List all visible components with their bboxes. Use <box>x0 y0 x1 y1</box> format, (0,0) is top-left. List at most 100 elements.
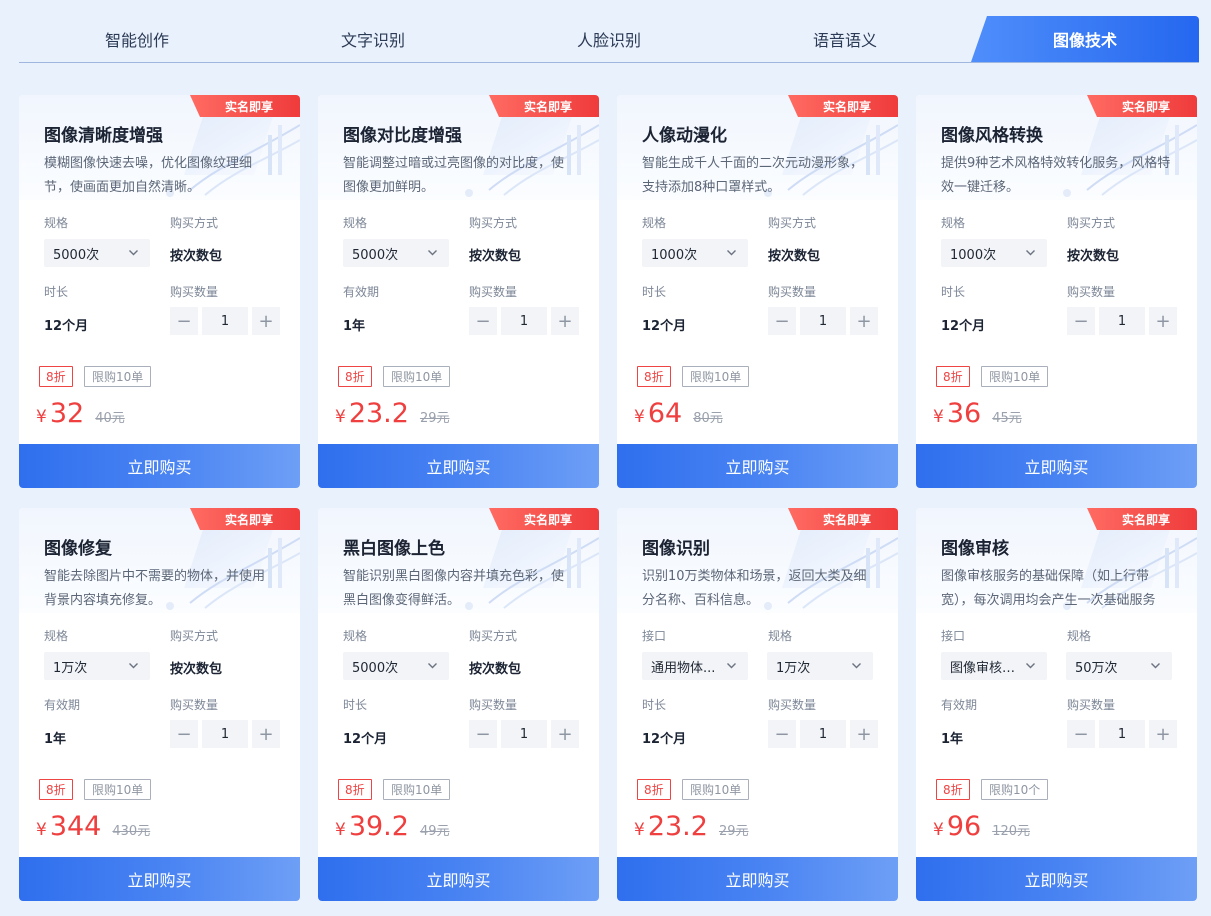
current-price: 32 <box>49 398 85 429</box>
plus-icon[interactable]: + <box>850 720 878 748</box>
duration-label: 时长 <box>44 285 69 299</box>
field-label: 规格 <box>768 629 793 643</box>
current-price: 39.2 <box>348 811 409 842</box>
quantity-stepper: − 1 + <box>768 307 878 335</box>
tab-text-recognition[interactable]: 文字识别 <box>255 16 491 62</box>
buy-now-button[interactable]: 立即购买 <box>318 444 599 488</box>
buy-now-button[interactable]: 立即购买 <box>617 444 898 488</box>
buy-now-button[interactable]: 立即购买 <box>916 444 1197 488</box>
quantity-stepper: − 1 + <box>170 720 280 748</box>
current-price: 96 <box>946 811 982 842</box>
duration-value: 12个月 <box>642 319 687 334</box>
duration-label: 时长 <box>941 285 966 299</box>
plus-icon[interactable]: + <box>551 720 579 748</box>
quantity-value[interactable]: 1 <box>202 720 248 748</box>
minus-icon[interactable]: − <box>170 720 198 748</box>
chevron-down-icon <box>851 660 862 671</box>
minus-icon[interactable]: − <box>768 307 796 335</box>
original-price: 45元 <box>992 411 1022 426</box>
interface-select[interactable]: 通用物体... <box>642 652 748 680</box>
product-card: 实名即享 黑白图像上色 智能识别黑白图像内容并填充色彩，使黑白图像变得鲜活。 规… <box>318 508 599 901</box>
minus-icon[interactable]: − <box>469 720 497 748</box>
purchase-method-value: 按次数包 <box>469 249 522 264</box>
quantity-stepper: − 1 + <box>469 307 579 335</box>
field-label: 规格 <box>343 216 368 230</box>
discount-tag: 8折 <box>637 779 671 800</box>
quantity-label: 购买数量 <box>469 698 518 712</box>
purchase-limit-tag: 限购10单 <box>84 779 152 800</box>
quantity-value[interactable]: 1 <box>800 307 846 335</box>
purchase-limit-tag: 限购10单 <box>682 366 750 387</box>
quantity-label: 购买数量 <box>1067 698 1116 712</box>
minus-icon[interactable]: − <box>1067 720 1095 748</box>
minus-icon[interactable]: − <box>768 720 796 748</box>
quantity-value[interactable]: 1 <box>501 720 547 748</box>
quantity-stepper: − 1 + <box>469 720 579 748</box>
quantity-value[interactable]: 1 <box>1099 307 1145 335</box>
minus-icon[interactable]: − <box>469 307 497 335</box>
tab-smart-creation[interactable]: 智能创作 <box>19 16 255 62</box>
spec-select[interactable]: 1000次 <box>642 239 748 267</box>
plus-icon[interactable]: + <box>850 307 878 335</box>
chevron-down-icon <box>726 247 737 258</box>
buy-now-button[interactable]: 立即购买 <box>916 857 1197 901</box>
price: ¥ 23.2 29元 <box>335 398 450 429</box>
real-name-badge: 实名即享 <box>1087 508 1197 530</box>
purchase-method-value: 按次数包 <box>469 662 522 677</box>
spec-select[interactable]: 1万次 <box>44 652 150 680</box>
field-label: 购买方式 <box>170 629 219 643</box>
real-name-badge: 实名即享 <box>788 95 898 117</box>
product-description: 模糊图像快速去噪，优化图像纹理细节，使画面更加自然清晰。 <box>44 156 253 195</box>
duration-label: 时长 <box>642 698 667 712</box>
chevron-down-icon <box>726 660 737 671</box>
select-value: 1000次 <box>950 247 997 263</box>
purchase-limit-tag: 限购10单 <box>84 366 152 387</box>
price: ¥ 32 40元 <box>36 398 125 429</box>
product-title: 黑白图像上色 <box>343 539 445 559</box>
chevron-down-icon <box>128 660 139 671</box>
quantity-stepper: − 1 + <box>1067 720 1177 748</box>
interface-select[interactable]: 图像审核-... <box>941 652 1047 680</box>
spec-select[interactable]: 50万次 <box>1066 652 1172 680</box>
spec-select[interactable]: 5000次 <box>44 239 150 267</box>
real-name-badge: 实名即享 <box>190 95 300 117</box>
plus-icon[interactable]: + <box>551 307 579 335</box>
product-card: 实名即享 图像风格转换 提供9种艺术风格特效转化服务，风格特效一键迁移。 规格 … <box>916 95 1197 488</box>
tab-image-technology[interactable]: 图像技术 <box>971 16 1199 62</box>
quantity-label: 购买数量 <box>469 285 518 299</box>
product-card: 实名即享 图像清晰度增强 模糊图像快速去噪，优化图像纹理细节，使画面更加自然清晰… <box>19 95 300 488</box>
buy-now-button[interactable]: 立即购买 <box>19 444 300 488</box>
currency-symbol: ¥ <box>36 407 47 427</box>
quantity-value[interactable]: 1 <box>501 307 547 335</box>
original-price: 430元 <box>112 824 151 839</box>
quantity-value[interactable]: 1 <box>1099 720 1145 748</box>
spec-select[interactable]: 1万次 <box>767 652 873 680</box>
plus-icon[interactable]: + <box>1149 307 1177 335</box>
tab-speech-semantics[interactable]: 语音语义 <box>727 16 963 62</box>
buy-now-button[interactable]: 立即购买 <box>19 857 300 901</box>
buy-now-button[interactable]: 立即购买 <box>318 857 599 901</box>
minus-icon[interactable]: − <box>170 307 198 335</box>
spec-select[interactable]: 5000次 <box>343 652 449 680</box>
quantity-stepper: − 1 + <box>170 307 280 335</box>
plus-icon[interactable]: + <box>1149 720 1177 748</box>
quantity-value[interactable]: 1 <box>800 720 846 748</box>
minus-icon[interactable]: − <box>1067 307 1095 335</box>
product-card: 实名即享 图像审核 图像审核服务的基础保障（如上行带宽），每次调用均会产生一次基… <box>916 508 1197 901</box>
current-price: 344 <box>49 811 102 842</box>
field-label: 购买方式 <box>768 216 817 230</box>
quantity-value[interactable]: 1 <box>202 307 248 335</box>
buy-now-button[interactable]: 立即购买 <box>617 857 898 901</box>
tab-face-recognition[interactable]: 人脸识别 <box>491 16 727 62</box>
chevron-down-icon <box>1150 660 1161 671</box>
plus-icon[interactable]: + <box>252 720 280 748</box>
product-description: 提供9种艺术风格特效转化服务，风格特效一键迁移。 <box>941 156 1171 195</box>
real-name-badge: 实名即享 <box>489 508 599 530</box>
plus-icon[interactable]: + <box>252 307 280 335</box>
product-title: 人像动漫化 <box>642 126 727 146</box>
spec-select[interactable]: 1000次 <box>941 239 1047 267</box>
select-value: 5000次 <box>352 247 399 263</box>
duration-value: 1年 <box>343 319 366 334</box>
purchase-limit-tag: 限购10单 <box>383 779 451 800</box>
spec-select[interactable]: 5000次 <box>343 239 449 267</box>
